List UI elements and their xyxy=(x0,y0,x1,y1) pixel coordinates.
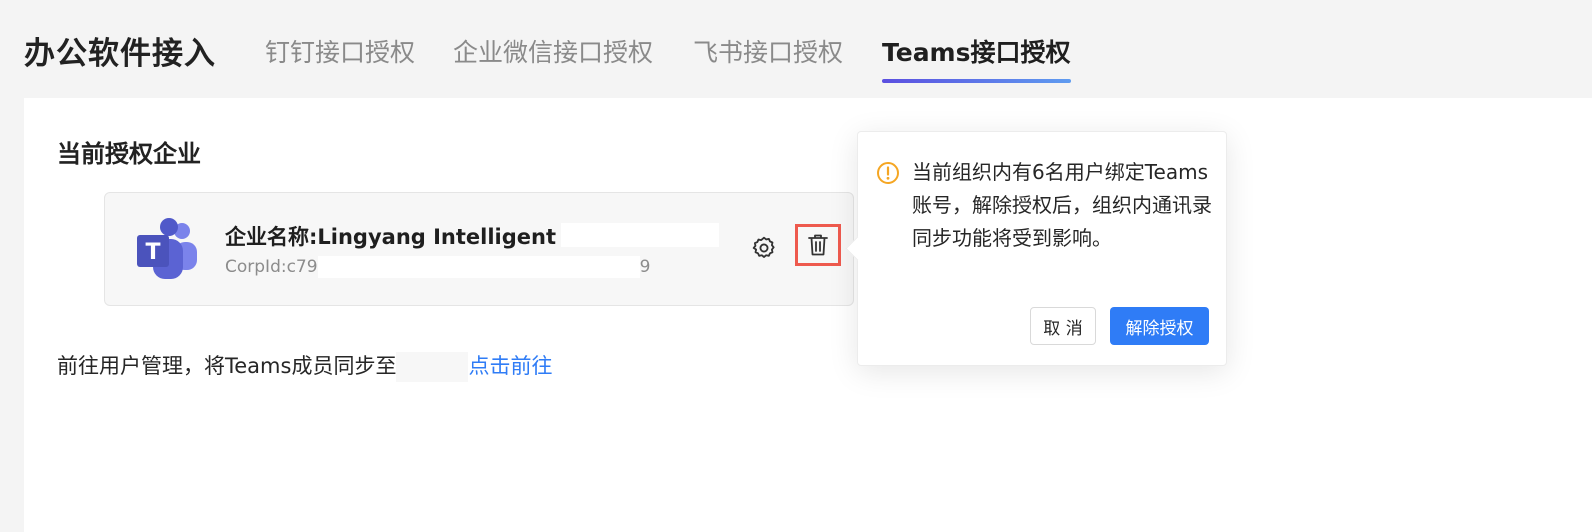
section-title: 当前授权企业 xyxy=(57,140,201,168)
gear-icon[interactable] xyxy=(751,235,777,261)
confirm-unauthorize-button[interactable]: 解除授权 xyxy=(1110,307,1209,345)
popover-message: 当前组织内有6名用户绑定Teams账号，解除授权后，组织内通讯录同步功能将受到影… xyxy=(912,160,1212,250)
tab-dingtalk[interactable]: 钉钉接口授权 xyxy=(265,33,415,69)
teams-logo-icon: T xyxy=(137,218,197,279)
teams-logo-letter: T xyxy=(145,240,160,265)
redaction-mask xyxy=(317,256,640,278)
tab-feishu[interactable]: 飞书接口授权 xyxy=(693,33,843,69)
corp-id-suffix: 9 xyxy=(639,257,651,277)
tab-teams[interactable]: Teams接口授权 xyxy=(882,33,1071,83)
content-panel: 当前授权企业 T 企业名称:Lingyang Intelligent Tec C… xyxy=(24,98,1592,532)
tab-wecom[interactable]: 企业微信接口授权 xyxy=(453,33,653,69)
corp-id-prefix: CorpId:c79 xyxy=(225,257,318,277)
cancel-button[interactable]: 取 消 xyxy=(1030,307,1096,345)
active-tab-underline xyxy=(882,79,1071,83)
redaction-mask xyxy=(396,352,469,382)
corp-id: CorpId:c79 9 xyxy=(225,256,650,278)
tab-teams-label: Teams接口授权 xyxy=(882,38,1071,67)
trash-icon xyxy=(808,234,828,256)
header: 办公软件接入 钉钉接口授权 企业微信接口授权 飞书接口授权 Teams接口授权 xyxy=(0,0,1592,98)
company-name: 企业名称:Lingyang Intelligent Tec xyxy=(225,225,602,249)
page-title: 办公软件接入 xyxy=(24,36,216,72)
goto-user-management-link[interactable]: 点击前往 xyxy=(468,354,552,378)
sync-hint-text: 前往用户管理，将Teams成员同步至 xyxy=(57,354,397,378)
sync-hint: 前往用户管理，将Teams成员同步至 点击前往 xyxy=(57,350,552,382)
warning-circle-icon xyxy=(877,162,899,184)
redaction-mask xyxy=(561,223,719,247)
unauthorize-confirm-popover: 当前组织内有6名用户绑定Teams账号，解除授权后，组织内通讯录同步功能将受到影… xyxy=(845,131,1227,366)
delete-button[interactable] xyxy=(795,224,841,266)
company-card: T 企业名称:Lingyang Intelligent Tec CorpId:c… xyxy=(104,192,854,306)
